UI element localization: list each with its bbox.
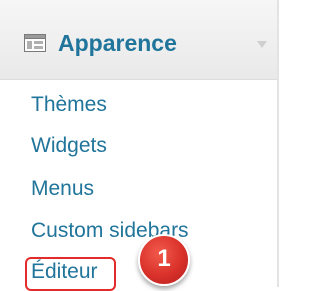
submenu-item-widgets[interactable]: Widgets: [31, 134, 107, 158]
editor-highlight-box: [25, 257, 116, 291]
submenu-item-menus[interactable]: Menus: [31, 177, 94, 201]
appearance-menu-title[interactable]: Apparence: [58, 30, 177, 56]
appearance-icon: [24, 34, 46, 52]
submenu-item-themes[interactable]: Thèmes: [31, 93, 107, 117]
admin-menu-panel: Apparence Thèmes Widgets Menus Custom si…: [0, 0, 279, 291]
step-number-badge: 1: [138, 234, 190, 286]
chevron-down-icon[interactable]: [256, 37, 268, 49]
appearance-menu-header[interactable]: Apparence: [0, 0, 277, 80]
